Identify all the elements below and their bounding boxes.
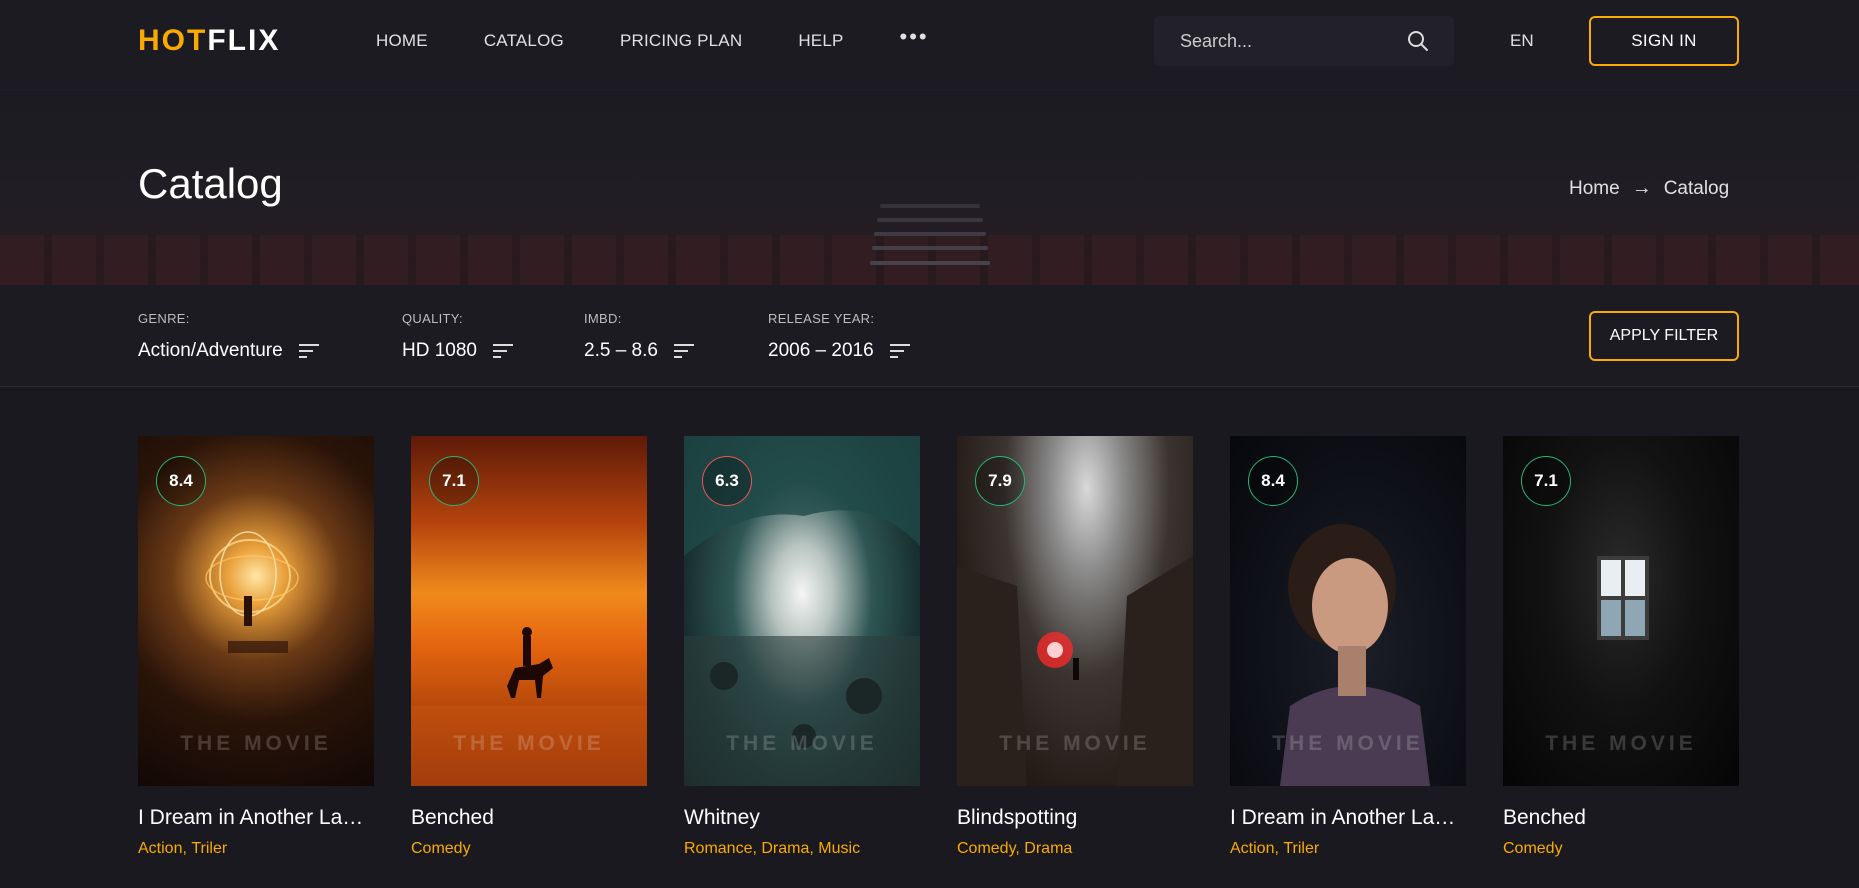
- poster-watermark: THE MOVIE: [1545, 732, 1697, 755]
- movie-poster[interactable]: 7.9 THE MOVIE: [957, 436, 1193, 786]
- page-title: Catalog: [138, 160, 283, 207]
- genre-tag[interactable]: Comedy: [411, 840, 471, 857]
- movie-genres: Comedy: [411, 840, 647, 858]
- movie-title[interactable]: I Dream in Another Language: [138, 806, 374, 830]
- filter-imdb-value: 2.5 – 8.6: [584, 340, 658, 361]
- rating-badge: 8.4: [1248, 456, 1298, 506]
- logo-hot: HOT: [138, 24, 208, 57]
- movie-genres: Comedy: [1503, 840, 1739, 858]
- poster-watermark: THE MOVIE: [726, 732, 878, 755]
- movie-title[interactable]: Whitney: [684, 806, 920, 830]
- movie-card[interactable]: 7.1 THE MOVIE Benched Comedy: [1503, 436, 1739, 858]
- movie-title[interactable]: I Dream in Another Language: [1230, 806, 1466, 830]
- genre-tag[interactable]: Drama: [752, 840, 809, 857]
- search-icon[interactable]: [1406, 29, 1430, 53]
- rating-badge: 7.1: [429, 456, 479, 506]
- filter-genre-value: Action/Adventure: [138, 340, 283, 361]
- poster-watermark: THE MOVIE: [1272, 732, 1424, 755]
- movie-card[interactable]: 7.9 THE MOVIE Blindspotting ComedyDrama: [957, 436, 1193, 858]
- poster-watermark: THE MOVIE: [453, 732, 605, 755]
- movie-genres: RomanceDramaMusic: [684, 840, 920, 858]
- genre-tag[interactable]: Romance: [684, 840, 752, 857]
- movie-grid: 8.4 THE MOVIE I Dream in Another Languag…: [138, 436, 1740, 888]
- movie-poster[interactable]: 7.1 THE MOVIE: [1503, 436, 1739, 786]
- language-selector[interactable]: EN: [1510, 31, 1534, 51]
- genre-tag[interactable]: Music: [809, 840, 860, 857]
- genre-tag[interactable]: Drama: [1015, 840, 1072, 857]
- genre-tag[interactable]: Triler: [182, 840, 227, 857]
- movie-title[interactable]: Benched: [1503, 806, 1739, 830]
- genre-tag[interactable]: Action: [1230, 840, 1274, 857]
- filter-imdb-label: IMBd:: [584, 311, 622, 326]
- sign-in-button[interactable]: SIGN IN: [1589, 16, 1739, 66]
- logo-flix: FLIX: [207, 24, 281, 57]
- sort-icon[interactable]: [298, 344, 319, 358]
- main-nav: HOME CATALOG PRICING PLAN HELP •••: [376, 0, 929, 81]
- nav-home[interactable]: HOME: [376, 31, 428, 51]
- movie-title[interactable]: Blindspotting: [957, 806, 1193, 830]
- filter-imdb[interactable]: IMBd: 2.5 – 8.6: [584, 311, 694, 362]
- movie-poster[interactable]: 8.4 THE MOVIE: [1230, 436, 1466, 786]
- filter-quality[interactable]: QUALITY: HD 1080: [402, 311, 513, 362]
- sort-icon[interactable]: [673, 344, 694, 358]
- movie-card[interactable]: 7.1 THE MOVIE Benched Comedy: [411, 436, 647, 858]
- filter-quality-label: QUALITY:: [402, 311, 463, 326]
- breadcrumb-current: Catalog: [1663, 177, 1730, 199]
- arrow-right-icon: →: [1631, 177, 1652, 199]
- logo[interactable]: HOTFLIX: [138, 24, 280, 58]
- poster-watermark: THE MOVIE: [180, 732, 332, 755]
- sort-icon[interactable]: [493, 344, 513, 358]
- breadcrumb-home[interactable]: Home: [1569, 178, 1620, 200]
- sort-icon[interactable]: [889, 344, 910, 358]
- filter-genre[interactable]: GENRE: Action/Adventure: [138, 311, 319, 362]
- filter-bar: GENRE: Action/Adventure QUALITY: HD 1080…: [0, 285, 1859, 387]
- filter-release-year-label: RELEASE YEAR:: [768, 311, 875, 326]
- genre-tag[interactable]: Comedy: [1503, 840, 1563, 857]
- rating-badge: 7.9: [975, 456, 1025, 506]
- poster-watermark: THE MOVIE: [999, 732, 1151, 755]
- movie-genres: ComedyDrama: [957, 840, 1193, 858]
- breadcrumb: Home → Catalog: [1569, 177, 1729, 200]
- movie-poster[interactable]: 7.1 THE MOVIE: [411, 436, 647, 786]
- movie-genres: ActionTriler: [138, 840, 374, 858]
- movie-genres: ActionTriler: [1230, 840, 1466, 858]
- rating-badge: 7.1: [1521, 456, 1571, 506]
- top-header: HOTFLIX HOME CATALOG PRICING PLAN HELP •…: [0, 0, 1859, 91]
- nav-help[interactable]: HELP: [798, 31, 843, 51]
- rating-badge: 8.4: [156, 456, 206, 506]
- nav-pricing-plan[interactable]: PRICING PLAN: [620, 31, 742, 51]
- filter-genre-label: GENRE:: [138, 311, 190, 326]
- search-input[interactable]: [1154, 16, 1394, 66]
- genre-tag[interactable]: Action: [138, 840, 182, 857]
- movie-poster[interactable]: 8.4 THE MOVIE: [138, 436, 374, 786]
- genre-tag[interactable]: Comedy: [957, 840, 1015, 857]
- movie-card[interactable]: 8.4 THE MOVIE I Dream in Another Languag…: [138, 436, 374, 858]
- filter-release-year[interactable]: RELEASE YEAR: 2006 – 2016: [768, 311, 910, 362]
- page-title-section: Catalog Home → Catalog: [0, 92, 1859, 285]
- movie-card[interactable]: 8.4 THE MOVIE I Dream in Another Languag…: [1230, 436, 1466, 858]
- filter-release-year-value: 2006 – 2016: [768, 340, 874, 361]
- movie-title[interactable]: Benched: [411, 806, 647, 830]
- apply-filter-button[interactable]: APPLY FILTER: [1589, 311, 1739, 361]
- genre-tag[interactable]: Triler: [1274, 840, 1319, 857]
- more-menu-icon[interactable]: •••: [900, 25, 929, 48]
- movie-poster[interactable]: 6.3 THE MOVIE: [684, 436, 920, 786]
- movie-card[interactable]: 6.3 THE MOVIE Whitney RomanceDramaMusic: [684, 436, 920, 858]
- filter-quality-value: HD 1080: [402, 340, 477, 361]
- cinema-stairs-background: [870, 204, 990, 276]
- rating-badge: 6.3: [702, 456, 752, 506]
- nav-catalog[interactable]: CATALOG: [484, 31, 564, 51]
